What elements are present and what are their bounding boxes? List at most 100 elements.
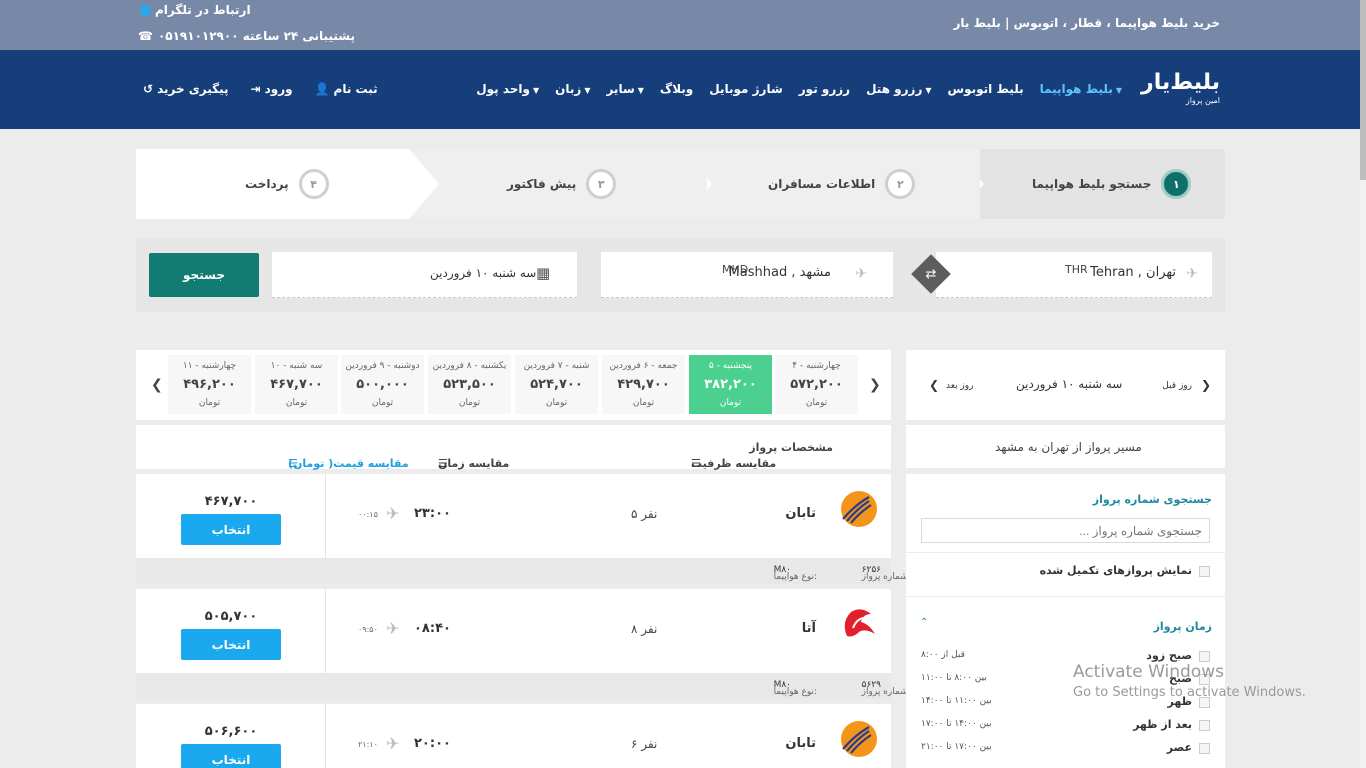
menu-item-tour[interactable]: رزرو تور: [799, 82, 850, 96]
logo-text: بلیط‌یار: [1141, 70, 1220, 95]
chevron-left-icon[interactable]: ❮: [929, 378, 939, 392]
flight-card: تابان ۶ نفر ۲۰:۰۰ ✈ ۲۱:۱۰ ۵۰۶,۶۰۰ انتخاب: [136, 704, 891, 768]
select-flight-button[interactable]: انتخاب: [181, 629, 281, 660]
date-cell[interactable]: سه شنبه - ۱۰ ۴۶۷,۷۰۰ تومان: [255, 355, 338, 414]
divider: [906, 596, 1225, 597]
login-link[interactable]: ⇥ ورود: [251, 82, 293, 96]
telegram-link[interactable]: ارتباط در تلگرام: [140, 3, 251, 17]
menu-item-mobile-charge[interactable]: شارژ موبایل: [709, 82, 782, 96]
select-flight-button[interactable]: انتخاب: [181, 744, 281, 768]
support-phone-text: ۰۵۱۹۱۰۱۲۹۰۰ پشتیبانی ۲۴ ساعته: [157, 29, 355, 43]
calendar-icon: ▦: [536, 264, 551, 282]
flight-info: آتا ۸ نفر ۰۸:۴۰ ✈ ۰۹:۵۰: [326, 589, 891, 673]
time-filter-range: بین ۸:۰۰ تا ۱۱:۰۰: [921, 673, 987, 683]
date-cell[interactable]: شنبه - ۷ فروردین ۵۲۴,۷۰۰ تومان: [515, 355, 598, 414]
date-cell[interactable]: چهارشنبه - ۱۱ ۴۹۶,۲۰۰ تومان: [168, 355, 251, 414]
logo-subtext: امین پرواز: [1185, 96, 1220, 105]
flight-time-title: زمان پرواز: [1153, 620, 1212, 633]
step-label: پیش فاکتور: [507, 177, 577, 191]
flight-card: آتا ۸ نفر ۰۸:۴۰ ✈ ۰۹:۵۰ ۵۰۵,۷۰۰ انتخاب ش…: [136, 589, 911, 699]
auth-links: ↺ پیگیری خرید ⇥ ورود 👤 ثبت نام: [143, 82, 378, 96]
menu-item-other[interactable]: سایر ▼: [606, 82, 643, 96]
step-passengers: ۲ اطلاعات مسافران: [768, 149, 916, 219]
next-day-link[interactable]: روز بعد: [946, 381, 973, 391]
time-filter-checkbox[interactable]: [1199, 720, 1210, 731]
menu-item-language[interactable]: زبان ▼: [555, 82, 590, 96]
menu-item-flight[interactable]: بلیط هواپیما ▼: [1040, 82, 1122, 96]
date-navigator: ❯ روز قبل سه شنبه ۱۰ فروردین روز بعد ❮: [906, 350, 1225, 420]
arrival-time: ۰۹:۵۰: [358, 625, 378, 634]
chevron-down-icon: ▼: [1115, 86, 1122, 95]
site-logo[interactable]: بلیط‌یار امین پرواز: [1141, 70, 1220, 106]
current-date: سه شنبه ۱۰ فروردین: [1016, 377, 1123, 391]
plane-icon: ✈: [386, 734, 400, 753]
flight-spec-header: مشخصات پرواز: [749, 441, 833, 454]
menu-item-blog[interactable]: وبلاگ: [660, 82, 693, 96]
time-filter-checkbox[interactable]: [1199, 743, 1210, 754]
time-filter-range: بین ۱۴:۰۰ تا ۱۷:۰۰: [921, 719, 992, 729]
seat-capacity: ۶ نفر: [631, 737, 658, 751]
flight-number-search-input[interactable]: [921, 518, 1210, 543]
flight-info: تابان ۵ نفر ۲۳:۰۰ ✈ ۰۰:۱۵: [326, 474, 891, 558]
flight-price: ۵۰۵,۷۰۰: [204, 609, 258, 624]
destination-field[interactable]: ✈ Mashhad , مشهد MHD: [601, 252, 893, 298]
time-filter-range: بین ۱۱:۰۰ تا ۱۴:۰۰: [921, 696, 992, 706]
time-filter-checkbox[interactable]: [1199, 651, 1210, 662]
seat-capacity: ۵ نفر: [631, 507, 658, 521]
show-full-label: نمایش پروازهای تکمیل شده: [1039, 564, 1192, 577]
step-label: جستجو بلیط هواپیما: [1032, 177, 1152, 191]
sort-bar: مشخصات پرواز ☰ مقایسه ظرفیت ☰ مقایسه زما…: [136, 425, 891, 470]
date-cell[interactable]: دوشنبه - ۹ فروردین ۵۰۰,۰۰۰ تومان: [341, 355, 424, 414]
origin-field[interactable]: ✈ Tehran , تهران THR: [936, 252, 1212, 298]
plane-icon: ✈: [386, 504, 400, 523]
plane-icon: ✈: [386, 619, 400, 638]
page-scrollbar[interactable]: [1360, 0, 1366, 768]
ata-logo-icon: [844, 609, 875, 637]
flight-price: ۵۰۶,۶۰۰: [204, 724, 258, 739]
departure-time: ۲۰:۰۰: [414, 736, 451, 751]
arrival-time: ۲۱:۱۰: [358, 740, 378, 749]
chevron-up-icon[interactable]: ⌃: [920, 617, 928, 628]
login-icon: ⇥: [250, 82, 261, 96]
airline-name: تابان: [785, 736, 816, 751]
date-cell[interactable]: جمعه - ۶ فروردین ۴۲۹,۷۰۰ تومان: [602, 355, 685, 414]
chevron-down-icon: ▼: [532, 86, 540, 95]
menu-item-bus[interactable]: بلیط اتوبوس: [948, 82, 1024, 96]
search-button[interactable]: جستجو: [149, 253, 259, 297]
departure-time: ۰۸:۴۰: [414, 621, 451, 636]
flight-number: شماره پرواز: ۶۲۵۶: [861, 565, 911, 582]
taban-logo-icon: [841, 491, 877, 527]
chevron-right-icon[interactable]: ❯: [1201, 378, 1211, 392]
main-nav: بلیط‌یار امین پرواز بلیط هواپیما ▼ بلیط ا…: [0, 50, 1360, 129]
time-filter-range: بین ۱۷:۰۰ تا ۲۱:۰۰: [921, 742, 992, 752]
price-box: ۴۶۷,۷۰۰ انتخاب: [136, 474, 326, 558]
select-flight-button[interactable]: انتخاب: [181, 514, 281, 545]
time-filter-range: قبل از ۸:۰۰: [921, 650, 965, 660]
booking-steps: ۱ جستجو بلیط هواپیما ۲ اطلاعات مسافران ۳…: [136, 149, 1225, 219]
step-search: ۱ جستجو بلیط هواپیما: [1032, 149, 1192, 219]
date-field[interactable]: ▦ سه شنبه ۱۰ فروردین: [272, 252, 577, 298]
takeoff-icon: ✈: [1186, 266, 1198, 282]
chevron-right-icon[interactable]: ❯: [869, 377, 881, 393]
menu-item-currency[interactable]: واحد پول ▼: [476, 82, 539, 96]
show-full-checkbox[interactable]: [1199, 566, 1210, 577]
windows-activation-watermark: Activate Windows Go to Settings to activ…: [1073, 662, 1306, 700]
track-order-link[interactable]: ↺ پیگیری خرید: [143, 82, 229, 96]
airline-name: آتا: [801, 621, 816, 636]
scrollbar-thumb[interactable]: [1360, 0, 1366, 180]
seat-capacity: ۸ نفر: [631, 622, 658, 636]
prev-day-link[interactable]: روز قبل: [1162, 381, 1192, 391]
history-icon: ↺: [143, 82, 154, 96]
date-cell-selected[interactable]: پنجشنبه - ۵ ۳۸۲,۲۰۰ تومان: [689, 355, 772, 414]
flight-details-bar: شماره پرواز: ۵۶۲۹ نوع هواپیما: M۸۰: [136, 673, 911, 699]
flight-details-bar: شماره پرواز: ۶۲۵۶ نوع هواپیما: M۸۰: [136, 558, 911, 584]
site-tagline: خرید بلیط هواپیما ، قطار ، اتوبوس | بلیط…: [953, 16, 1220, 30]
flight-card: تابان ۵ نفر ۲۳:۰۰ ✈ ۰۰:۱۵ ۴۶۷,۷۰۰ انتخاب…: [136, 474, 911, 584]
price-box: ۵۰۶,۶۰۰ انتخاب: [136, 704, 326, 768]
date-cell[interactable]: یکشنبه - ۸ فروردین ۵۲۳,۵۰۰ تومان: [428, 355, 511, 414]
menu-item-hotel[interactable]: رزرو هتل ▼: [866, 82, 931, 96]
arrival-time: ۰۰:۱۵: [358, 510, 378, 519]
chevron-left-icon[interactable]: ❮: [151, 377, 163, 393]
register-link[interactable]: 👤 ثبت نام: [315, 82, 378, 96]
date-cell[interactable]: چهارشنبه - ۴ ۵۷۲,۲۰۰ تومان: [775, 355, 858, 414]
